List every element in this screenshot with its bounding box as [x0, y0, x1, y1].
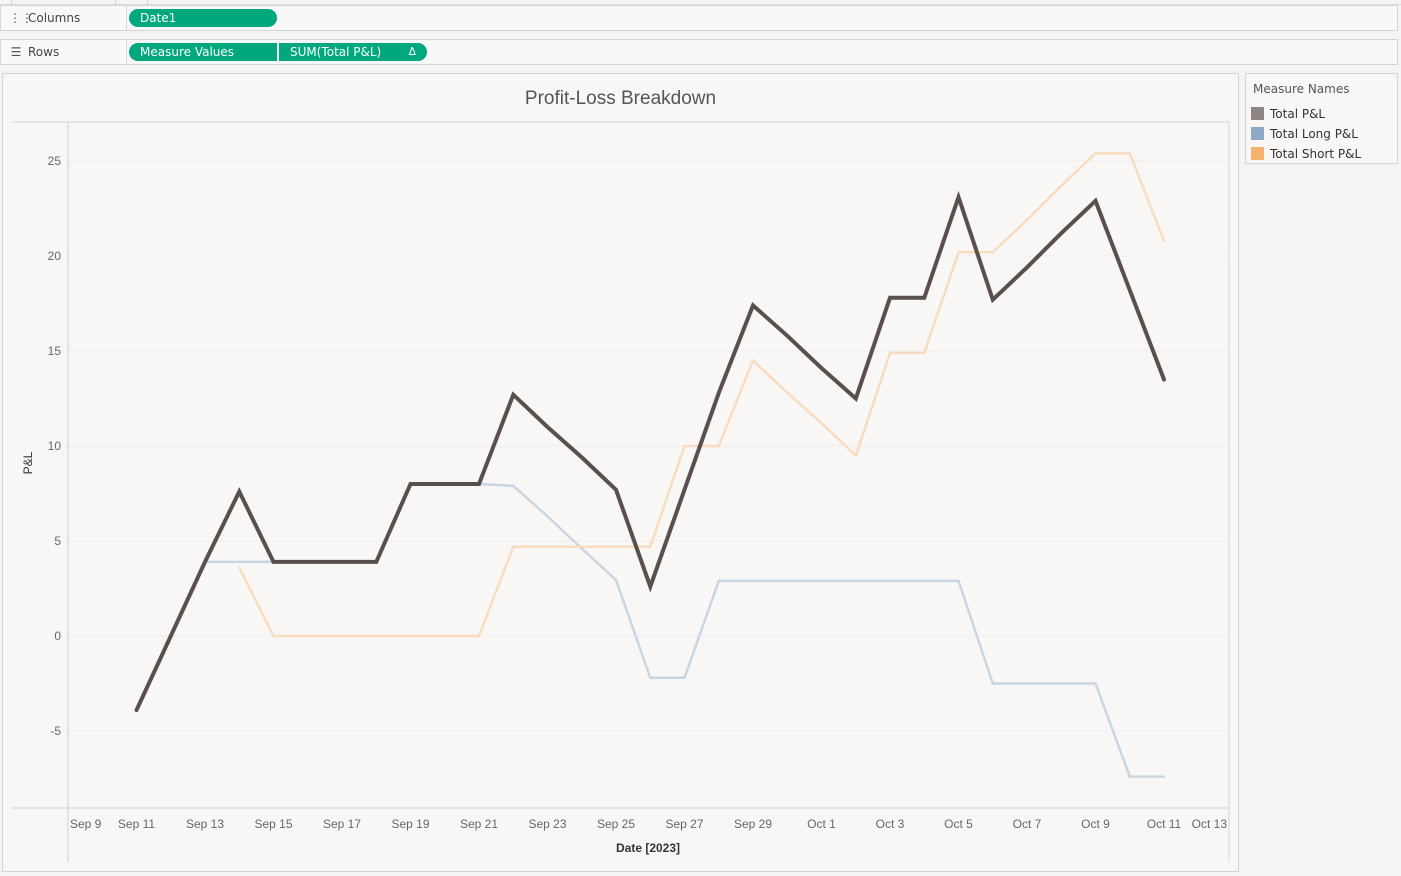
rows-shelf: ☰ Rows Measure Values SUM(Total P&L) Δ — [0, 39, 1398, 65]
x-tick-label: Sep 13 — [186, 817, 224, 831]
legend-swatch — [1251, 127, 1264, 140]
rows-shelf-label: ☰ Rows — [1, 40, 127, 64]
x-tick-label: Sep 21 — [460, 817, 498, 831]
legend-card: Measure Names Total P&L Total Long P&L T… — [1245, 73, 1398, 164]
x-tick-label: Sep 15 — [254, 817, 292, 831]
x-tick-label: Sep 19 — [391, 817, 429, 831]
legend-item-total-long-pl[interactable]: Total Long P&L — [1251, 126, 1358, 142]
measure-values-pill[interactable]: Measure Values — [129, 43, 277, 61]
legend-label: Total Long P&L — [1270, 127, 1358, 141]
x-axis-title: Date [2023] — [616, 841, 680, 855]
date1-pill-label: Date1 — [140, 11, 177, 25]
columns-label-text: Columns — [28, 11, 81, 25]
x-tick-label: Oct 9 — [1081, 817, 1110, 831]
legend-item-total-pl[interactable]: Total P&L — [1251, 106, 1325, 122]
legend-item-total-short-pl[interactable]: Total Short P&L — [1251, 146, 1361, 162]
x-tick-label: Sep 25 — [597, 817, 635, 831]
x-tick-label: Oct 13 — [1192, 817, 1228, 831]
y-tick-label: 0 — [54, 629, 61, 643]
legend-label: Total P&L — [1270, 107, 1326, 121]
rows-icon: ☰ — [10, 45, 22, 59]
series-line-total-long-p-l[interactable] — [203, 482, 1166, 778]
legend-title: Measure Names — [1253, 82, 1350, 96]
line-chart: -5 0 5 10 15 20 25 P&L Sep 9 Sep 11 Sep 13 Sep 15 Se… — [11, 121, 1230, 862]
tab-divider — [147, 0, 148, 4]
sum-total-pl-pill-label: SUM(Total P&L) — [290, 45, 382, 59]
rows-label-text: Rows — [28, 45, 60, 59]
date1-pill[interactable]: Date1 — [129, 9, 277, 27]
x-tick-label: Oct 5 — [944, 817, 973, 831]
y-tick-label: 15 — [48, 344, 62, 358]
columns-icon: ⋮⋮ — [9, 11, 33, 25]
columns-shelf: ⋮⋮Columns Date1 — [0, 5, 1398, 31]
y-tick-label: 5 — [54, 534, 61, 548]
x-tick-label: Oct 3 — [876, 817, 905, 831]
series-line-total-p-l[interactable] — [134, 190, 1166, 713]
sum-total-pl-pill[interactable]: SUM(Total P&L) Δ — [279, 43, 427, 61]
x-tick-label: Sep 27 — [665, 817, 703, 831]
legend-swatch — [1251, 107, 1264, 120]
tab-divider — [115, 0, 116, 4]
x-tick-label: Oct 7 — [1013, 817, 1042, 831]
x-tick-label: Sep 29 — [734, 817, 772, 831]
measure-values-pill-label: Measure Values — [140, 45, 235, 59]
tab-divider — [11, 0, 12, 4]
y-axis-title: P&L — [21, 451, 35, 474]
viz-pane: Profit-Loss Breakdown -5 0 5 10 15 20 25 P&L Sep… — [2, 73, 1239, 872]
y-tick-label: 20 — [48, 249, 62, 263]
legend-label: Total Short P&L — [1270, 147, 1362, 161]
x-tick-label: Sep 9 — [70, 817, 102, 831]
table-calc-delta-icon: Δ — [408, 45, 416, 58]
x-tick-label: Sep 17 — [323, 817, 361, 831]
series-line-total-short-p-l[interactable] — [238, 152, 1166, 638]
x-tick-label: Sep 23 — [528, 817, 566, 831]
x-tick-label: Oct 11 — [1147, 817, 1182, 831]
legend-swatch — [1251, 147, 1264, 160]
x-tick-label: Sep 11 — [118, 817, 155, 831]
x-tick-label: Oct 1 — [807, 817, 836, 831]
columns-shelf-label: ⋮⋮Columns — [1, 6, 127, 30]
y-tick-label: -5 — [50, 724, 61, 738]
y-tick-label: 25 — [48, 154, 62, 168]
y-tick-label: 10 — [48, 439, 62, 453]
